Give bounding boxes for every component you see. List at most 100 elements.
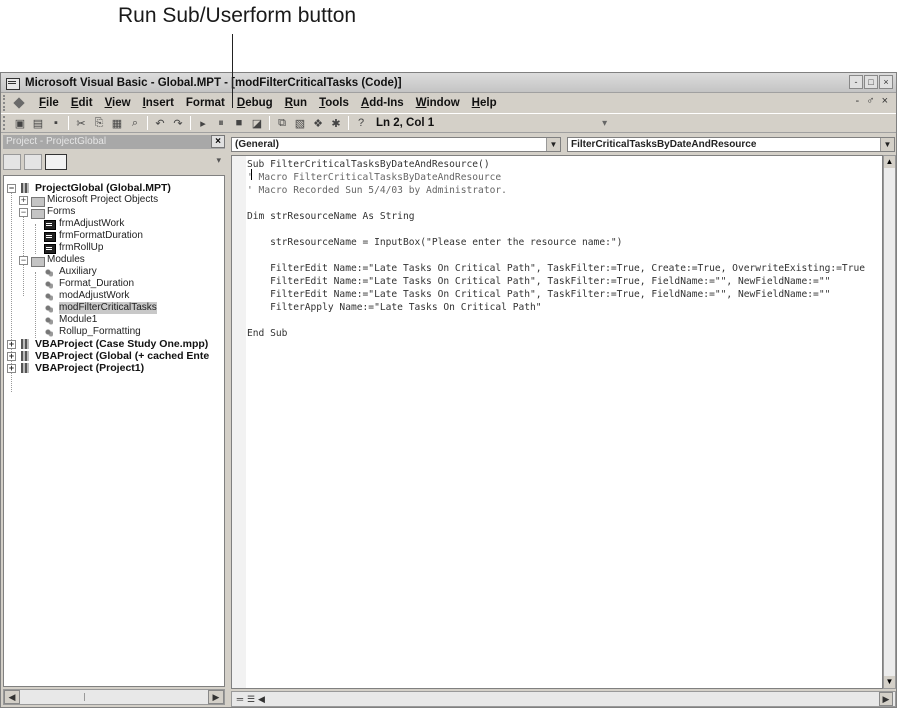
vba-icon [19,339,31,349]
chevron-down-icon[interactable]: ▼ [546,138,560,151]
code-vertical-scrollbar[interactable]: ▲ ▼ [883,155,896,689]
collapse-icon[interactable]: − [19,255,28,265]
menu-debug[interactable]: Debug [231,97,279,109]
view-host-app-icon[interactable]: ▣ [12,116,28,130]
chevron-down-icon[interactable]: ▼ [880,138,894,151]
tree-item[interactable]: + Microsoft Project Objects [19,194,158,207]
mdi-child-controls[interactable]: - ♂ × [856,95,890,107]
folder-icon [31,207,45,219]
tree-item[interactable]: + VBAProject (Case Study One.mpp) [7,338,208,350]
vba-app-icon[interactable] [13,96,29,110]
tree-item[interactable]: modFilterCriticalTasks [31,302,157,314]
redo-icon[interactable]: ↷ [170,116,186,130]
scroll-up-button[interactable]: ▲ [884,156,895,168]
code-line[interactable]: ' Macro Recorded Sun 5/4/03 by Administr… [247,184,507,197]
scroll-right-button[interactable]: ▶ [208,690,224,704]
menu-add-ins[interactable]: Add-Ins [355,97,410,109]
project-explorer-icon[interactable]: ⧉ [274,116,290,130]
toolbar-grip-handle[interactable] [3,116,11,130]
vba-icon [19,351,31,361]
project-close-button[interactable]: × [211,135,225,148]
close-button[interactable]: × [879,75,893,89]
tree-item[interactable]: modAdjustWork [31,290,129,302]
code-line[interactable]: FilterApply Name:="Late Tasks On Critica… [247,301,541,314]
project-horizontal-scrollbar[interactable]: ◀ ▶ [3,689,225,705]
object-dropdown[interactable]: (General) ▼ [231,137,561,152]
code-line[interactable]: Dim strResourceName As String [247,210,415,223]
code-line[interactable]: FilterEdit Name:="Late Tasks On Critical… [247,275,830,288]
scroll-down-button[interactable]: ▼ [884,676,895,688]
menu-format[interactable]: Format [180,97,231,109]
reset-icon[interactable]: ■ [231,116,247,130]
code-line[interactable]: FilterEdit Name:="Late Tasks On Critical… [247,262,865,275]
menu-file[interactable]: File [33,97,65,109]
form-icon [43,219,56,230]
tree-item[interactable]: Module1 [31,314,97,326]
scroll-left-button[interactable]: ◀ [4,690,20,704]
menu-tools[interactable]: Tools [313,97,355,109]
expand-icon[interactable]: + [7,363,16,373]
code-window: (General) ▼ FilterCriticalTasksByDateAnd… [231,135,896,707]
tree-item[interactable]: + VBAProject (Global (+ cached Ente [7,350,209,362]
module-icon [43,315,55,325]
scroll-right-button[interactable]: ▶ [879,692,893,706]
toolbox-icon[interactable]: ✱ [328,116,344,130]
tree-item[interactable]: − Modules [19,254,85,267]
break-icon[interactable]: ⏸ [213,116,229,130]
chevron-down-icon[interactable]: ▾ [216,155,221,166]
toolbar-options-icon[interactable]: ▾ [602,118,607,129]
tree-item[interactable]: + VBAProject (Project1) [7,362,144,374]
tree-item[interactable]: frmRollUp [31,242,103,254]
code-line[interactable]: End Sub [247,327,287,340]
full-module-view-icon[interactable]: ☰ [245,693,257,705]
menu-grip-handle[interactable] [3,95,13,111]
run-sub-userform-icon[interactable]: ▸ [195,116,211,130]
insert-module-icon[interactable]: ▤ [30,116,46,130]
tree-item[interactable]: Auxiliary [31,266,97,278]
undo-icon[interactable]: ↶ [152,116,168,130]
procedure-dropdown[interactable]: FilterCriticalTasksByDateAndResource ▼ [567,137,895,152]
collapse-icon[interactable]: − [19,207,28,217]
collapse-icon[interactable]: − [7,183,16,193]
restore-button[interactable]: □ [864,75,878,89]
tree-item[interactable]: − Forms [19,206,75,219]
code-horizontal-scrollbar[interactable]: ═ ☰ ◀ ▶ [231,691,896,707]
code-editor[interactable]: Sub FilterCriticalTasksByDateAndResource… [231,155,883,689]
code-line[interactable]: FilterEdit Name:="Late Tasks On Critical… [247,288,830,301]
code-line[interactable]: strResourceName = InputBox("Please enter… [247,236,622,249]
code-line[interactable]: Sub FilterCriticalTasksByDateAndResource… [247,158,490,171]
tree-item[interactable]: Rollup_Formatting [31,326,141,338]
help-icon[interactable]: ? [353,116,369,130]
expand-icon[interactable]: + [7,339,16,349]
paste-icon[interactable]: ▦ [109,116,125,130]
menu-view[interactable]: View [99,97,137,109]
menu-edit[interactable]: Edit [65,97,99,109]
find-icon[interactable]: ⌕ [127,116,143,130]
object-browser-icon[interactable]: ❖ [310,116,326,130]
tree-item[interactable]: − ProjectGlobal (Global.MPT) [7,182,171,194]
toggle-folders-button[interactable] [45,154,67,170]
tree-item[interactable]: frmAdjustWork [31,218,124,230]
design-mode-icon[interactable]: ◪ [249,116,265,130]
expand-icon[interactable]: + [7,351,16,361]
save-icon[interactable]: ▪ [48,116,64,130]
properties-window-icon[interactable]: ▧ [292,116,308,130]
view-code-button[interactable] [3,154,21,170]
minimize-button[interactable]: - [849,75,863,89]
tree-item[interactable]: frmFormatDuration [31,230,143,242]
tree-item-label: modFilterCriticalTasks [59,302,157,314]
tree-item-label: Auxiliary [59,266,97,277]
scroll-thumb[interactable] [84,693,94,701]
scroll-left-button[interactable]: ◀ [258,693,270,705]
code-margin[interactable] [232,156,246,688]
menu-help[interactable]: Help [466,97,503,109]
expand-icon[interactable]: + [19,195,28,205]
menu-run[interactable]: Run [279,97,313,109]
code-line[interactable]: ' Macro FilterCriticalTasksByDateAndReso… [247,171,501,184]
view-object-button[interactable] [24,154,42,170]
menu-window[interactable]: Window [410,97,466,109]
tree-item[interactable]: Format_Duration [31,278,134,290]
menu-insert[interactable]: Insert [137,97,180,109]
copy-icon[interactable]: ⎘ [91,116,107,130]
cut-icon[interactable]: ✂ [73,116,89,130]
